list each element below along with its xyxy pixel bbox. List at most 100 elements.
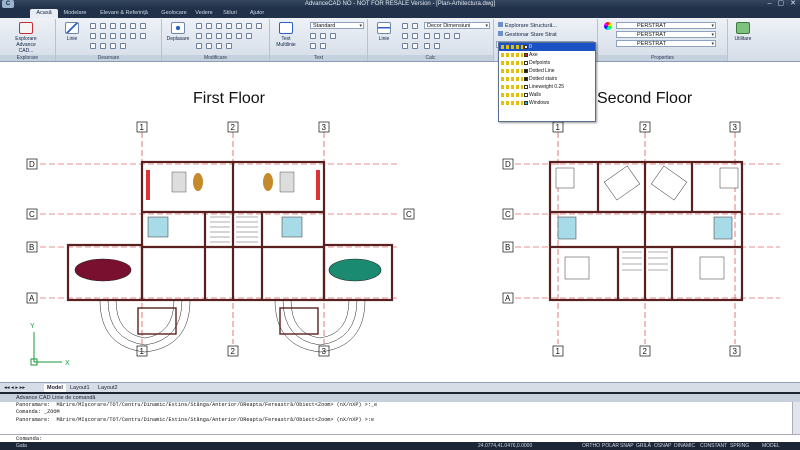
toggle-snap[interactable]: SNAP: [620, 442, 634, 450]
rotate-icon[interactable]: [206, 23, 212, 29]
region-icon[interactable]: [140, 33, 146, 39]
radius-dim-icon[interactable]: [412, 23, 418, 29]
color-wheel-icon[interactable]: [604, 22, 612, 30]
command-input[interactable]: Comanda:: [0, 434, 800, 442]
polygon-icon[interactable]: [130, 23, 136, 29]
toggle-dinamic[interactable]: DINAMIC: [674, 442, 695, 450]
angular-dim-icon[interactable]: [402, 33, 408, 39]
polyline-icon[interactable]: [90, 23, 96, 29]
dim-edit-icon[interactable]: [424, 43, 430, 49]
layer-item[interactable]: Axe: [499, 51, 595, 59]
text-edit-icon[interactable]: [320, 33, 326, 39]
toggle-constant[interactable]: CONSTANT: [700, 442, 727, 450]
layer-item[interactable]: Walls: [499, 91, 595, 99]
minimize-button[interactable]: –: [768, 0, 772, 8]
leader-icon[interactable]: [444, 33, 450, 39]
spell-check-icon[interactable]: [310, 43, 316, 49]
drawing-canvas[interactable]: First Floor Second Floor 1 2 3 1 2 3 D C…: [0, 62, 800, 382]
wipeout-icon[interactable]: [100, 43, 106, 49]
tab-ajutor[interactable]: Ajutor: [244, 9, 270, 18]
extend-icon[interactable]: [256, 23, 262, 29]
deplasare-button[interactable]: Deplasare: [164, 21, 192, 53]
layer-item[interactable]: Windows: [499, 99, 595, 107]
toggle-spring[interactable]: SPRING: [730, 442, 749, 450]
layer-color-swatch: [524, 85, 528, 89]
explorer-button[interactable]: Explorare Advance CAD...: [12, 21, 40, 54]
layer-item[interactable]: Lineweight 0.25: [499, 83, 595, 91]
fillet-icon[interactable]: [216, 33, 222, 39]
tab-acasa[interactable]: Acasă: [30, 9, 58, 18]
grid-row-label: A: [505, 294, 511, 303]
point-icon[interactable]: [110, 33, 116, 39]
tab-layout1[interactable]: Layout1: [70, 384, 90, 392]
scale-icon[interactable]: [226, 23, 232, 29]
toggle-grila[interactable]: GRILĂ: [636, 442, 651, 450]
layer-item[interactable]: 0: [499, 43, 595, 51]
tab-elevare-referinta[interactable]: Elevare & Referință: [92, 9, 156, 18]
toggle-model[interactable]: MODEL: [762, 442, 780, 450]
gestionar-stare-button[interactable]: Gestionar Stare Strat: [498, 31, 557, 38]
ray-icon[interactable]: [120, 33, 126, 39]
lineweight-dropdown[interactable]: PERSTRAT ▾: [616, 40, 716, 47]
single-text-icon[interactable]: [310, 33, 316, 39]
layout-nav-arrows[interactable]: ◂◂ ◂ ▸ ▸▸: [4, 384, 25, 392]
mirror-icon[interactable]: [216, 23, 222, 29]
find-text-icon[interactable]: [330, 33, 336, 39]
aligned-dim-icon[interactable]: [402, 23, 408, 29]
break-icon[interactable]: [196, 43, 202, 49]
text-style-dropdown[interactable]: Standard ▾: [310, 22, 364, 29]
hatch-icon[interactable]: [100, 33, 106, 39]
tab-layout2[interactable]: Layout2: [98, 384, 118, 392]
tab-vedere[interactable]: Vedere: [192, 9, 216, 18]
circle-icon[interactable]: [100, 23, 106, 29]
text-scale-icon[interactable]: [320, 43, 326, 49]
block-icon[interactable]: [90, 43, 96, 49]
layer-item[interactable]: Dotted Line: [499, 67, 595, 75]
trim-icon[interactable]: [246, 23, 252, 29]
layer-item[interactable]: Dotted stairs: [499, 75, 595, 83]
explorer-structura-button[interactable]: Explorare Structură...: [498, 22, 557, 29]
command-scrollbar[interactable]: [792, 402, 800, 434]
rectangle-icon[interactable]: [120, 23, 126, 29]
linie-button[interactable]: Linie: [58, 21, 86, 53]
tab-stiluri[interactable]: Stiluri: [218, 9, 242, 18]
dim-update-icon[interactable]: [434, 43, 440, 49]
layer-item[interactable]: Defpoints: [499, 59, 595, 67]
baseline-dim-icon[interactable]: [424, 33, 430, 39]
tab-geolocare[interactable]: Geolocare: [158, 9, 190, 18]
copy-icon[interactable]: [196, 23, 202, 29]
chamfer-icon[interactable]: [226, 33, 232, 39]
toggle-osnap[interactable]: OSNAP: [654, 442, 672, 450]
stretch-icon[interactable]: [236, 23, 242, 29]
linetype-dropdown[interactable]: PERSTRAT ▾: [616, 31, 716, 38]
toggle-polar[interactable]: POLAR: [602, 442, 619, 450]
ellipse-icon[interactable]: [140, 23, 146, 29]
offset-icon[interactable]: [196, 33, 202, 39]
spline-icon[interactable]: [90, 33, 96, 39]
donut-icon[interactable]: [130, 33, 136, 39]
color-dropdown[interactable]: PERSTRAT ▾: [616, 22, 716, 29]
dim-style-dropdown[interactable]: Decor Dimensiuni ▾: [424, 22, 490, 29]
join-icon[interactable]: [206, 43, 212, 49]
diameter-dim-icon[interactable]: [412, 33, 418, 39]
erase-icon[interactable]: [246, 33, 252, 39]
align-icon[interactable]: [216, 43, 222, 49]
maximize-button[interactable]: ▢: [778, 0, 785, 8]
linear-dim-button[interactable]: Linie: [370, 21, 398, 53]
tab-model[interactable]: Model: [44, 384, 66, 392]
revcloud-icon[interactable]: [110, 43, 116, 49]
ordinate-dim-icon[interactable]: [412, 43, 418, 49]
tolerance-icon[interactable]: [454, 33, 460, 39]
lengthen-icon[interactable]: [226, 43, 232, 49]
toggle-ortho[interactable]: ORTHO: [582, 442, 600, 450]
text-multiline-button[interactable]: Text Multilinie: [272, 21, 300, 53]
tab-modelare[interactable]: Modelare: [60, 9, 90, 18]
arc-icon[interactable]: [110, 23, 116, 29]
explode-icon[interactable]: [236, 33, 242, 39]
close-button[interactable]: ✕: [790, 0, 796, 8]
array-icon[interactable]: [206, 33, 212, 39]
continue-dim-icon[interactable]: [434, 33, 440, 39]
utilitare-button[interactable]: Utilitare: [729, 21, 757, 53]
center-mark-icon[interactable]: [402, 43, 408, 49]
table-icon[interactable]: [120, 43, 126, 49]
